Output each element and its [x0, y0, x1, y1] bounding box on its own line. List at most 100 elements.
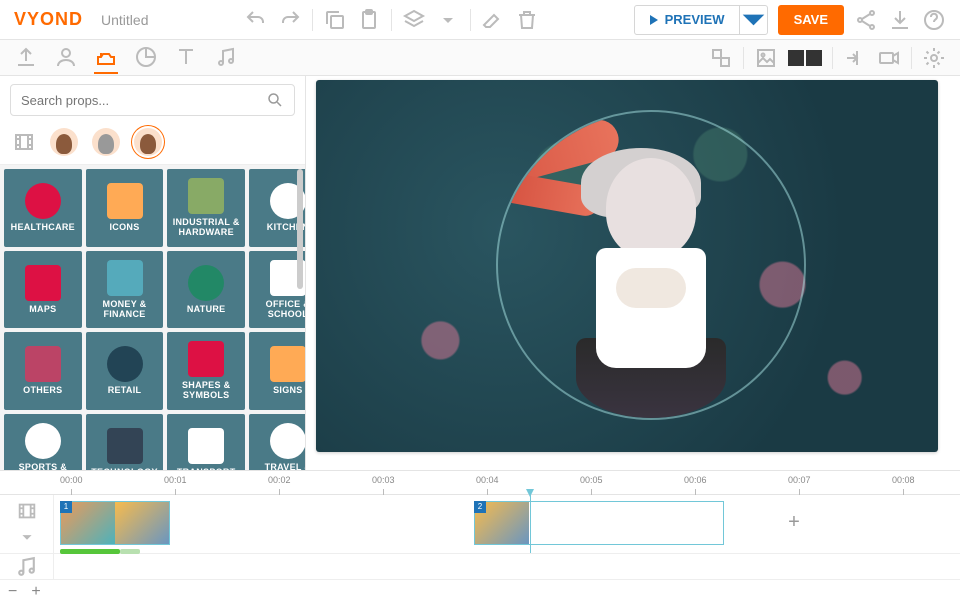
search-input[interactable]	[21, 93, 266, 108]
zoom-out-button[interactable]: −	[8, 583, 17, 601]
scene-track-row: 1 2 +	[0, 495, 960, 554]
category-label: SPORTS & FITNESS	[8, 463, 78, 470]
share-icon[interactable]	[854, 8, 878, 32]
divider	[911, 47, 912, 69]
character-filter-row	[0, 124, 305, 165]
ruler-tick: 00:07	[788, 475, 811, 485]
avatar-1[interactable]	[50, 128, 78, 156]
search-box[interactable]	[10, 84, 295, 116]
category-tile[interactable]: TECHNOLOGY	[86, 414, 164, 470]
category-label: NATURE	[187, 305, 226, 315]
image-icon[interactable]	[754, 46, 778, 70]
divider	[743, 47, 744, 69]
category-label: TECHNOLOGY	[91, 468, 158, 470]
category-tile[interactable]: SPORTS & FITNESS	[4, 414, 82, 470]
app-logo: VYOND	[14, 9, 83, 30]
text-tab[interactable]	[174, 42, 198, 74]
category-tile[interactable]: TRANSPORT	[167, 414, 245, 470]
category-label: OTHERS	[23, 386, 62, 396]
category-label: MONEY & FINANCE	[90, 300, 160, 320]
zoom-in-button[interactable]: +	[31, 583, 40, 601]
clip-progress-pending	[120, 549, 140, 554]
trash-icon[interactable]	[515, 8, 539, 32]
ruler-tick: 00:05	[580, 475, 603, 485]
chart-tab[interactable]	[134, 42, 158, 74]
scene-row-head	[0, 495, 54, 553]
divider	[832, 47, 833, 69]
ruler-tick: 00:01	[164, 475, 187, 485]
audio-tab[interactable]	[214, 42, 238, 74]
timeline: 00:00 00:01 00:02 00:03 00:04 00:05 00:06 00:07…	[0, 470, 960, 604]
category-tile[interactable]: MONEY & FINANCE	[86, 251, 164, 329]
ruler-tick: 00:04	[476, 475, 499, 485]
paste-icon[interactable]	[357, 8, 381, 32]
category-tile[interactable]: ICONS	[86, 169, 164, 247]
divider	[391, 9, 392, 31]
ruler-tick: 00:08	[892, 475, 915, 485]
clip-progress	[60, 549, 120, 554]
category-tile[interactable]: INDUSTRIAL & HARDWARE	[167, 169, 245, 247]
category-tile[interactable]: NATURE	[167, 251, 245, 329]
character-tab[interactable]	[54, 42, 78, 74]
add-scene-button[interactable]: +	[774, 501, 814, 545]
time-ruler[interactable]: 00:00 00:01 00:02 00:03 00:04 00:05 00:06 00:07…	[0, 471, 960, 495]
settings-icon[interactable]	[922, 46, 946, 70]
preview-label: PREVIEW	[665, 12, 725, 27]
avatar-2[interactable]	[92, 128, 120, 156]
help-icon[interactable]	[922, 8, 946, 32]
category-tile[interactable]: HEALTHCARE	[4, 169, 82, 247]
clip-number: 1	[60, 501, 72, 513]
project-title[interactable]: Untitled	[101, 12, 148, 28]
scene-clip-1[interactable]: 1	[60, 501, 170, 545]
download-icon[interactable]	[888, 8, 912, 32]
eraser-icon[interactable]	[481, 8, 505, 32]
zoom-controls: − +	[0, 580, 960, 604]
ruler-tick: 00:02	[268, 475, 291, 485]
scene-clip-2[interactable]: 2	[474, 501, 724, 545]
ruler-tick: 00:03	[372, 475, 395, 485]
upload-tab[interactable]	[14, 42, 38, 74]
undo-icon[interactable]	[244, 8, 268, 32]
category-label: SHAPES & SYMBOLS	[171, 381, 241, 401]
scale-icon[interactable]	[709, 46, 733, 70]
audio-track-row	[0, 554, 960, 580]
layers-dropdown-icon[interactable]	[436, 8, 460, 32]
preview-button[interactable]: PREVIEW	[635, 12, 739, 27]
category-tile[interactable]: MAPS	[4, 251, 82, 329]
camera-icon[interactable]	[877, 46, 901, 70]
top-bar: VYOND Untitled PREVIEW SAVE	[0, 0, 960, 40]
film-icon[interactable]	[12, 130, 36, 154]
asset-panel: HEALTHCAREICONSINDUSTRIAL & HARDWAREKITC…	[0, 76, 306, 470]
preview-dropdown[interactable]	[739, 6, 767, 34]
layers-icon[interactable]	[402, 8, 426, 32]
ruler-tick: 00:06	[684, 475, 707, 485]
category-label: RETAIL	[108, 386, 142, 396]
category-tile[interactable]: SHAPES & SYMBOLS	[167, 332, 245, 410]
enter-icon[interactable]	[843, 46, 867, 70]
audio-track[interactable]	[54, 554, 960, 579]
category-tile[interactable]: OTHERS	[4, 332, 82, 410]
playhead[interactable]	[530, 495, 531, 553]
save-button[interactable]: SAVE	[778, 5, 844, 35]
divider	[470, 9, 471, 31]
clip-number: 2	[474, 501, 486, 513]
redo-icon[interactable]	[278, 8, 302, 32]
aspect-toggle[interactable]	[788, 50, 822, 66]
category-label: INDUSTRIAL & HARDWARE	[171, 218, 241, 238]
film-icon[interactable]	[16, 500, 38, 522]
scrollbar[interactable]	[297, 169, 303, 466]
character-mask	[496, 110, 806, 420]
copy-icon[interactable]	[323, 8, 347, 32]
chevron-down-icon[interactable]	[16, 526, 38, 548]
category-label: HEALTHCARE	[11, 223, 75, 233]
preview-button-group: PREVIEW	[634, 5, 768, 35]
main-area: HEALTHCAREICONSINDUSTRIAL & HARDWAREKITC…	[0, 76, 960, 470]
avatar-3[interactable]	[134, 128, 162, 156]
scene-track[interactable]: 1 2 +	[54, 495, 960, 553]
divider	[312, 9, 313, 31]
category-tile[interactable]: RETAIL	[86, 332, 164, 410]
stage[interactable]	[316, 80, 938, 452]
props-tab[interactable]	[94, 42, 118, 74]
ruler-tick: 00:00	[60, 475, 83, 485]
canvas-area	[306, 76, 960, 470]
